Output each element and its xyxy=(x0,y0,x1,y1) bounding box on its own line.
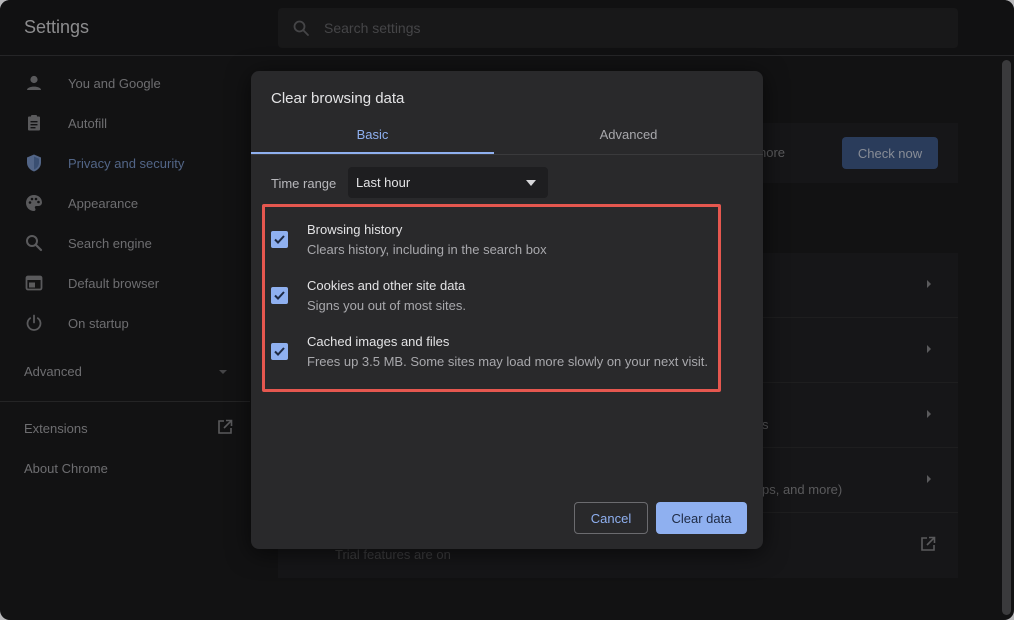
dialog-title: Clear browsing data xyxy=(271,90,405,107)
cached-images-description: Frees up 3.5 MB. Some sites may load mor… xyxy=(307,354,708,369)
cookies-title: Cookies and other site data xyxy=(307,278,466,293)
checkmark-icon xyxy=(274,235,285,244)
checkmark-icon xyxy=(274,291,285,300)
cached-images-checkbox[interactable] xyxy=(271,343,288,360)
cookies-checkbox[interactable] xyxy=(271,287,288,304)
browsing-history-title: Browsing history xyxy=(307,222,403,237)
cookies-description: Signs you out of most sites. xyxy=(307,298,466,313)
clear-data-button[interactable]: Clear data xyxy=(656,502,747,534)
time-range-select[interactable]: Last hour xyxy=(348,167,548,198)
tab-advanced[interactable]: Advanced xyxy=(507,115,750,153)
checkmark-icon xyxy=(274,347,285,356)
clear-browsing-data-dialog: Clear browsing data Basic Advanced Time … xyxy=(251,71,763,549)
settings-window: Settings You and Google Au xyxy=(0,0,1014,620)
cached-images-title: Cached images and files xyxy=(307,334,450,349)
browsing-history-description: Clears history, including in the search … xyxy=(307,242,547,257)
cancel-button[interactable]: Cancel xyxy=(574,502,648,534)
time-range-label: Time range xyxy=(271,176,337,191)
time-range-value: Last hour xyxy=(356,175,411,190)
browsing-history-checkbox[interactable] xyxy=(271,231,288,248)
tab-divider xyxy=(251,154,763,155)
tab-basic[interactable]: Basic xyxy=(251,115,494,153)
dropdown-caret-icon xyxy=(526,180,536,186)
